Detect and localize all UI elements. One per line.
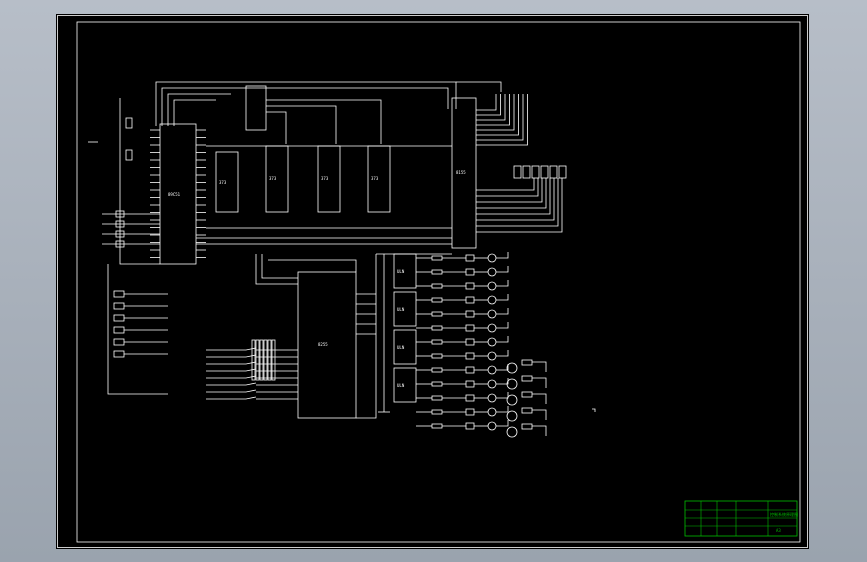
relay-driver-label-2: ULN: [397, 307, 405, 312]
main-controller-label: 8255: [318, 342, 328, 347]
top-bus-wires: [155, 81, 502, 245]
relay-driver-2[interactable]: ULN: [393, 291, 417, 327]
relay-driver-4[interactable]: ULN: [393, 367, 417, 403]
mcu-chip[interactable]: 89C51: [150, 123, 206, 265]
seven-segment-displays: [513, 165, 567, 179]
title-block-name: 控制系统原理图: [770, 511, 798, 517]
latch-chip-3[interactable]: 373: [317, 145, 341, 213]
latch-label-2: 373: [269, 176, 277, 181]
relay-driver-label-4: ULN: [397, 383, 405, 388]
title-block[interactable]: 控制系统原理图 A3: [684, 500, 798, 537]
outer-border: [57, 15, 808, 548]
latch-label-4: 373: [371, 176, 379, 181]
relay-output-network: [416, 252, 547, 438]
relay-bus: [378, 254, 390, 413]
relay-driver-1[interactable]: ULN: [393, 253, 417, 289]
corner-marker: [592, 408, 596, 412]
latch-chip-1[interactable]: 373: [215, 151, 239, 213]
cad-viewport[interactable]: 89C51 373 373 373 373 8155 8255 ULN ULN …: [0, 0, 867, 562]
drawing-sheet[interactable]: 89C51 373 373 373 373 8155 8255 ULN ULN …: [56, 14, 809, 549]
main-controller-chip[interactable]: 8255: [297, 271, 357, 419]
latch-label-3: 373: [321, 176, 329, 181]
schematic-drawing: 89C51 373 373 373 373 8155 8255 ULN ULN …: [57, 15, 808, 548]
display-driver-label: 8155: [456, 170, 466, 175]
eeprom-chip[interactable]: [245, 85, 267, 131]
input-circuitry: [88, 98, 298, 400]
relay-driver-label-3: ULN: [397, 345, 405, 350]
title-block-code: A3: [776, 528, 781, 533]
latch-chip-4[interactable]: 373: [367, 145, 391, 213]
relay-driver-3[interactable]: ULN: [393, 329, 417, 365]
mcu-label: 89C51: [168, 192, 181, 197]
latch-label-1: 373: [219, 180, 227, 185]
display-driver-chip[interactable]: 8155: [451, 97, 477, 249]
latch-chip-2[interactable]: 373: [265, 145, 289, 213]
controller-wires: [255, 253, 452, 419]
relay-driver-label-1: ULN: [397, 269, 405, 274]
display-wires: [476, 94, 563, 233]
